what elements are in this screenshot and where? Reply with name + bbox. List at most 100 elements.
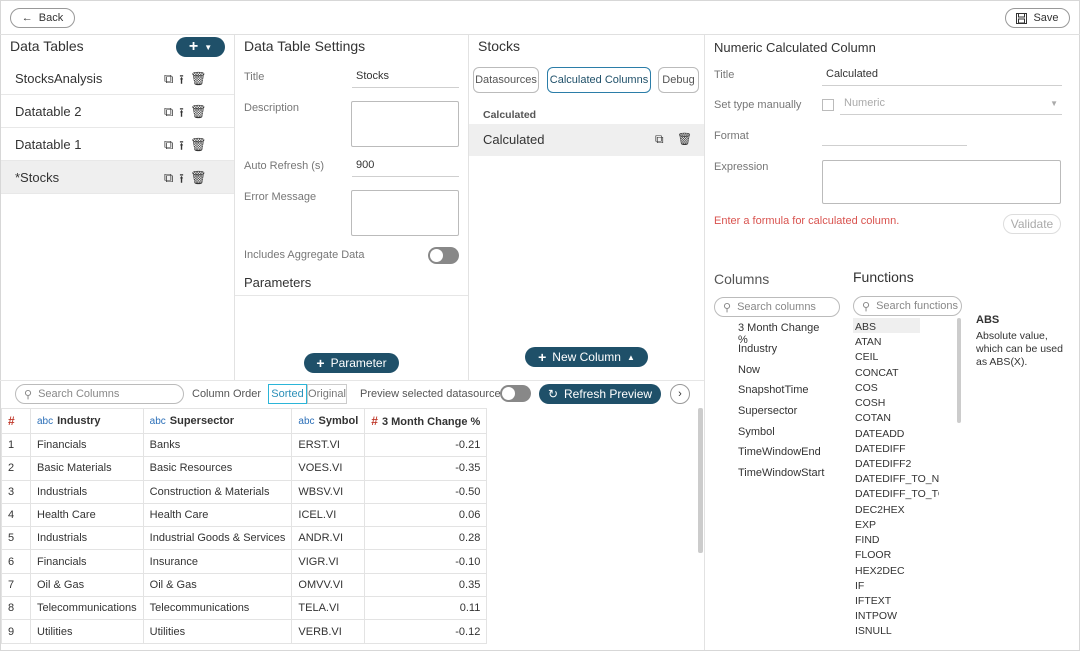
trash-icon[interactable]: 🗑 xyxy=(190,71,207,93)
function-list-item[interactable]: FIND xyxy=(855,534,939,546)
table-row[interactable]: 2 Basic Materials Basic Resources VOES.VI -0… xyxy=(1,456,488,481)
upload-icon[interactable]: ⭱ xyxy=(179,104,184,126)
function-list-item[interactable]: DATEDIFF xyxy=(855,443,939,455)
table-row[interactable]: 6 Financials Insurance VIGR.VI -0.10 xyxy=(1,549,488,574)
tab-debug[interactable]: Debug xyxy=(658,67,699,93)
description-textarea[interactable] xyxy=(351,101,459,147)
data-table-item[interactable]: Datatable 1 ⧉ ⭱ 🗑 xyxy=(1,128,234,161)
functions-search-input[interactable]: ⚲ Search functions xyxy=(853,296,962,316)
table-cell: Basic Resources xyxy=(142,456,293,481)
column-list-item[interactable]: TimeWindowStart xyxy=(738,467,824,479)
copy-icon[interactable]: ⧉ xyxy=(164,170,173,192)
function-list-item[interactable]: EXP xyxy=(855,519,939,531)
copy-icon[interactable]: ⧉ xyxy=(164,137,173,159)
copy-icon[interactable]: ⧉ xyxy=(164,71,173,93)
function-list-item[interactable]: DATEADD xyxy=(855,428,939,440)
title-input[interactable]: Stocks xyxy=(352,70,459,88)
trash-icon[interactable]: 🗑 xyxy=(190,170,207,192)
function-list-item[interactable]: FLOOR xyxy=(855,549,939,561)
table-row[interactable]: 8 Telecommunications Telecommunications TEL… xyxy=(1,596,488,621)
table-cell: VOES.VI xyxy=(291,456,366,481)
save-button[interactable]: Save xyxy=(1005,8,1070,28)
refresh-preview-button[interactable]: ↻ Refresh Preview xyxy=(539,384,661,404)
sorted-toggle[interactable]: Sorted xyxy=(268,384,307,404)
table-cell: -0.35 xyxy=(364,456,488,481)
function-list-item[interactable]: ATAN xyxy=(855,336,939,348)
column-list-item[interactable]: Supersector xyxy=(738,405,797,417)
function-list-item[interactable]: ABS xyxy=(855,321,939,333)
data-table-item[interactable]: StocksAnalysis ⧉ ⭱ 🗑 xyxy=(1,62,234,95)
table-row[interactable]: 9 Utilities Utilities VERB.VI -0.12 xyxy=(1,619,488,644)
column-list-item[interactable]: Symbol xyxy=(738,426,775,438)
original-toggle[interactable]: Original xyxy=(307,384,347,404)
function-list-item[interactable]: DATEDIFF_TO_TODAY xyxy=(855,488,939,500)
header-cell[interactable]: abc Symbol xyxy=(291,408,366,434)
tab-datasources[interactable]: Datasources xyxy=(473,67,539,93)
upload-icon[interactable]: ⭱ xyxy=(179,137,184,159)
function-list-item[interactable]: CONCAT xyxy=(855,367,939,379)
columns-search-input[interactable]: ⚲ Search columns xyxy=(714,297,840,317)
back-button[interactable]: ← Back xyxy=(10,8,75,28)
table-row[interactable]: 4 Health Care Health Care ICEL.VI 0.06 xyxy=(1,502,488,528)
trash-icon[interactable]: 🗑 xyxy=(677,132,692,146)
column-list-item[interactable]: Now xyxy=(738,364,760,376)
table-scrollbar[interactable] xyxy=(698,408,703,553)
data-table-item-selected[interactable]: *Stocks ⧉ ⭱ 🗑 xyxy=(1,161,234,194)
upload-icon[interactable]: ⭱ xyxy=(179,170,184,192)
copy-icon[interactable]: ⧉ xyxy=(164,104,173,126)
function-list-item[interactable]: DEC2HEX xyxy=(855,504,939,516)
add-data-table-button[interactable]: + ▼ xyxy=(176,37,225,57)
table-row[interactable]: 1 Financials Banks ERST.VI -0.21 xyxy=(1,432,488,458)
function-list-item[interactable]: COTAN xyxy=(855,412,939,424)
header-cell[interactable]: abc Supersector xyxy=(142,408,293,434)
auto-refresh-input[interactable]: 900 xyxy=(352,159,459,177)
function-list-item[interactable]: IF xyxy=(855,580,939,592)
aggregate-toggle[interactable] xyxy=(428,247,459,264)
refresh-icon: ↻ xyxy=(547,387,559,401)
header-cell[interactable]: # xyxy=(1,408,31,434)
format-input[interactable] xyxy=(822,128,967,146)
function-list-item[interactable]: ISNULL xyxy=(855,625,939,637)
validate-button[interactable]: Validate xyxy=(1003,214,1061,234)
expression-textarea[interactable] xyxy=(822,160,1061,204)
calculated-column-row[interactable]: Calculated ⧉ 🗑 xyxy=(469,124,704,156)
function-list-item[interactable]: DATEDIFF_TO_NOW xyxy=(855,473,939,485)
column-list-item[interactable]: TimeWindowEnd xyxy=(738,446,821,458)
trash-icon[interactable]: 🗑 xyxy=(190,137,207,159)
function-list-item[interactable]: INTPOW xyxy=(855,610,939,622)
column-list-item[interactable]: Industry xyxy=(738,343,777,355)
table-cell: 0.06 xyxy=(364,502,488,528)
search-columns-input[interactable]: ⚲ Search Columns xyxy=(15,384,184,404)
function-list-item[interactable]: CEIL xyxy=(855,351,939,363)
functions-scrollbar[interactable] xyxy=(957,318,961,423)
nc-title-input[interactable]: Calculated xyxy=(822,68,1062,86)
function-list-item[interactable]: IFTEXT xyxy=(855,595,939,607)
new-column-button[interactable]: + New Column ▲ xyxy=(525,347,648,367)
tab-calculated-columns[interactable]: Calculated Columns xyxy=(547,67,651,93)
function-list-item[interactable]: HEX2DEC xyxy=(855,565,939,577)
copy-icon[interactable]: ⧉ xyxy=(655,132,664,147)
function-list-item[interactable]: COS xyxy=(855,382,939,394)
error-message-textarea[interactable] xyxy=(351,190,459,236)
add-parameter-button[interactable]: + Parameter xyxy=(304,353,399,373)
trash-icon[interactable]: 🗑 xyxy=(190,104,207,126)
function-list-item[interactable]: DATEDIFF2 xyxy=(855,458,939,470)
preview-table: # abc Industry abc Supersector abc Symbol #… xyxy=(1,408,488,644)
preview-datasource-toggle[interactable] xyxy=(500,385,531,402)
type-select[interactable]: Numeric ▼ xyxy=(840,97,1062,115)
auto-refresh-label: Auto Refresh (s) xyxy=(244,160,325,172)
function-list-item[interactable]: COSH xyxy=(855,397,939,409)
top-bar xyxy=(0,0,1080,35)
table-row[interactable]: 5 Industrials Industrial Goods & Services A… xyxy=(1,526,488,551)
table-row[interactable]: 7 Oil & Gas Oil & Gas OMVV.VI 0.35 xyxy=(1,572,488,598)
chevron-right-icon[interactable]: › xyxy=(670,384,690,404)
column-list-item[interactable]: SnapshotTime xyxy=(738,384,809,396)
header-cell[interactable]: #3 Month Change % xyxy=(364,408,488,434)
columns-title: Columns xyxy=(714,271,770,287)
set-type-checkbox[interactable] xyxy=(822,99,834,111)
table-row[interactable]: 3 Industrials Construction & Materials WBSV… xyxy=(1,479,488,504)
upload-icon[interactable]: ⭱ xyxy=(179,71,184,93)
functions-title: Functions xyxy=(853,269,914,285)
header-cell[interactable]: abc Industry xyxy=(30,408,144,434)
data-table-item[interactable]: Datatable 2 ⧉ ⭱ 🗑 xyxy=(1,95,234,128)
